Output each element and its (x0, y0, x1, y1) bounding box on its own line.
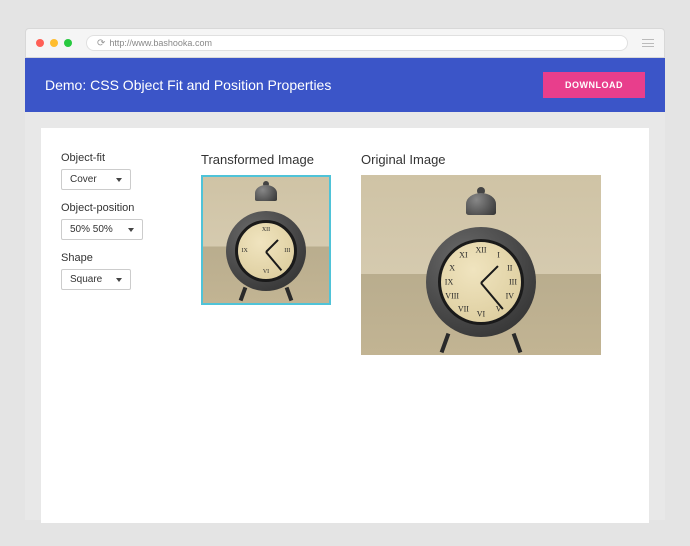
object-position-group: Object-position 50% 50% (61, 202, 171, 240)
transformed-column: Transformed Image XII III VI IX (201, 152, 331, 499)
content-area: Object-fit Cover Object-position 50% 50%… (41, 128, 649, 523)
object-fit-select[interactable]: Cover (61, 169, 131, 190)
page: Demo: CSS Object Fit and Position Proper… (25, 58, 665, 520)
shape-value: Square (70, 274, 102, 285)
browser-chrome: ⟳ http://www.bashooka.com (25, 28, 665, 58)
window-close-icon[interactable] (36, 39, 44, 47)
transformed-title: Transformed Image (201, 152, 331, 167)
transformed-image: XII III VI IX (201, 175, 331, 305)
object-fit-group: Object-fit Cover (61, 152, 171, 190)
reload-icon[interactable]: ⟳ (97, 38, 105, 49)
shape-select[interactable]: Square (61, 269, 131, 290)
object-fit-value: Cover (70, 174, 97, 185)
object-position-label: Object-position (61, 202, 171, 214)
object-position-select[interactable]: 50% 50% (61, 219, 143, 240)
chevron-down-icon (116, 178, 122, 182)
object-position-value: 50% 50% (70, 224, 113, 235)
page-header: Demo: CSS Object Fit and Position Proper… (25, 58, 665, 112)
url-bar[interactable]: ⟳ http://www.bashooka.com (86, 35, 628, 51)
chevron-down-icon (128, 228, 134, 232)
shape-label: Shape (61, 252, 171, 264)
chevron-down-icon (116, 278, 122, 282)
url-text: http://www.bashooka.com (109, 38, 212, 48)
download-button[interactable]: DOWNLOAD (543, 72, 645, 98)
window-maximize-icon[interactable] (64, 39, 72, 47)
original-title: Original Image (361, 152, 601, 167)
hamburger-icon[interactable] (642, 39, 654, 47)
window-minimize-icon[interactable] (50, 39, 58, 47)
page-title: Demo: CSS Object Fit and Position Proper… (45, 77, 331, 93)
original-image: XII I II III IV V VI VII VIII IX X XI (361, 175, 601, 355)
original-column: Original Image XII I II III IV V (361, 152, 601, 499)
controls-sidebar: Object-fit Cover Object-position 50% 50%… (61, 152, 171, 499)
shape-group: Shape Square (61, 252, 171, 290)
object-fit-label: Object-fit (61, 152, 171, 164)
